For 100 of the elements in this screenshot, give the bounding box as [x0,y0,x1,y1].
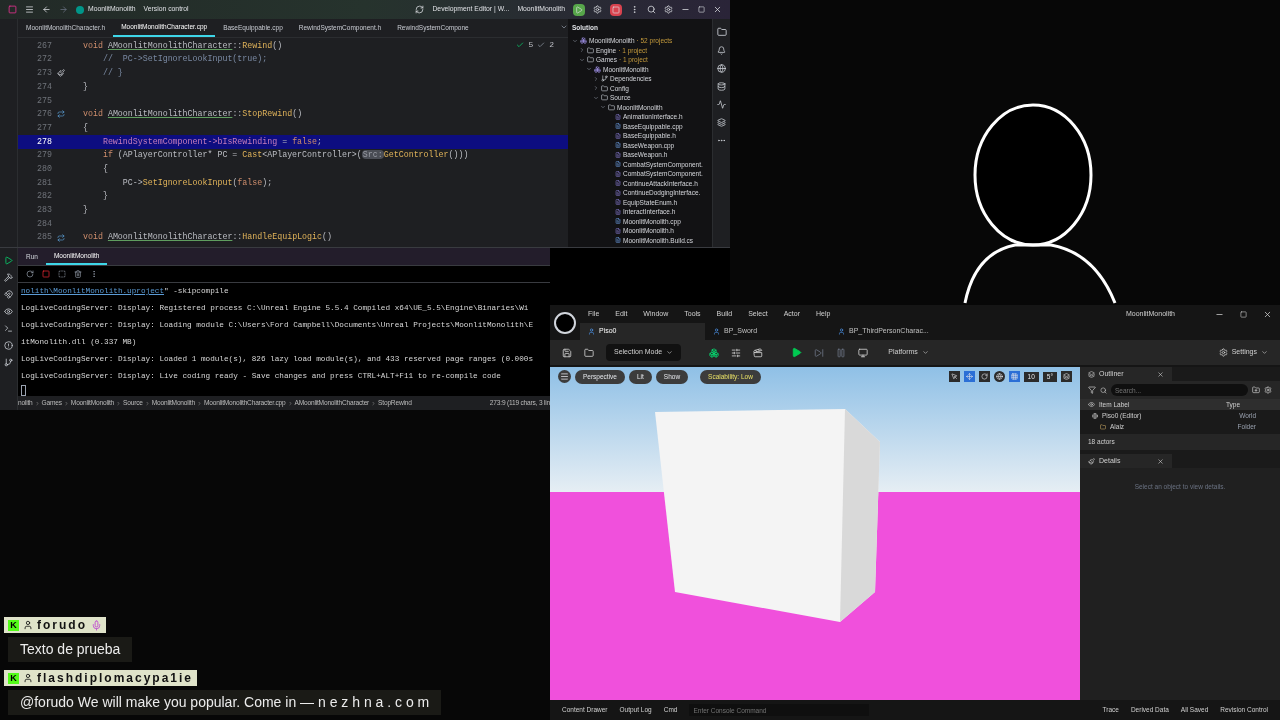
browse-icon[interactable] [584,347,594,358]
header-file-icon [615,199,621,206]
line-number: 284 [36,217,53,230]
visibility-icon [1088,401,1095,408]
line-number: 281 [36,176,53,189]
notifications-icon[interactable] [717,46,726,56]
header-file-icon [615,151,621,158]
header-file-icon [615,180,621,187]
chevron-icon [116,400,122,406]
clear-icon[interactable] [74,270,82,278]
code-line: void AMoonlitMonolithCharacter::HandleEquipLogic() [82,231,332,244]
filter-icon[interactable] [1088,386,1096,394]
close-icon[interactable] [1157,457,1164,465]
inspection-count: 2 [549,39,554,52]
chevron-icon [287,400,293,406]
add-folder-icon[interactable] [1252,386,1260,394]
header-file-icon [615,227,621,234]
source-file-icon [615,142,621,149]
code-line: } [82,204,88,216]
run-icon[interactable] [4,256,13,265]
chat-message: Texto de prueba [8,637,133,662]
back-icon[interactable] [42,5,51,15]
folder-icon[interactable] [716,27,727,38]
folder-icon [587,46,594,54]
activity-icon[interactable] [717,100,726,110]
code-line: if (APlayerController* PC = Cast<APlayerController>(Src:GetController())) [101,149,469,162]
username: flashdiplomacypa1ie [37,670,194,687]
folder-icon [601,84,608,92]
git-icon[interactable] [4,358,13,367]
chevron-icon [144,400,150,406]
person-icon [23,673,33,683]
project-icon [594,65,601,73]
engine-logo-icon [554,311,576,334]
run-icon[interactable] [573,3,585,16]
layers-icon[interactable] [717,118,726,128]
globe-icon[interactable] [717,64,726,74]
settings-icon[interactable] [664,5,673,15]
settings-icon[interactable] [593,5,602,15]
rotate-icon[interactable] [978,371,990,383]
line-number: 278 [36,135,53,148]
source-file-icon [615,161,621,168]
database-icon[interactable] [717,82,726,92]
select-icon[interactable] [948,371,960,383]
settings-icon[interactable] [1264,386,1272,394]
source-file-icon [615,218,621,225]
check-icon [537,41,546,50]
world-icon [1092,412,1098,419]
chevron-icon [63,400,69,406]
search-icon [1100,386,1107,394]
more-icon[interactable] [630,5,639,15]
inspection-count: 5 [528,39,534,52]
line-number: 276 [36,108,53,121]
search-icon[interactable] [647,5,656,15]
eye-icon[interactable] [4,307,13,316]
maximize-icon[interactable] [698,6,705,14]
code-line: void AMoonlitMonolithCharacter::Rewind() [82,39,283,52]
close-icon[interactable] [1263,309,1272,319]
add-actor-icon[interactable] [709,347,720,358]
source-file-icon [615,237,621,244]
username: forudo [37,617,87,634]
line-number: 279 [36,149,53,162]
line-number: 285 [36,231,53,244]
world-icon[interactable] [993,371,1005,383]
cinematics-icon[interactable] [753,347,764,358]
line-number: 274 [36,80,53,93]
override-icon [57,233,65,242]
header-file-icon [615,208,621,215]
close-icon[interactable] [1157,370,1164,378]
folder-icon [1100,423,1106,430]
play-icon[interactable] [791,347,803,358]
code-line: { [82,121,88,134]
code-line: // PC->SetIgnoreLookInput(true); [101,53,268,66]
code-line: } [82,80,88,93]
rerun-icon[interactable] [26,270,34,278]
save-icon[interactable] [562,347,572,358]
code-line: { [101,162,108,175]
line-number: 283 [36,204,53,216]
chevron-icon [196,400,202,406]
platform-badge: K [8,619,19,631]
code-line: RewindSystemComponent->bIsRewinding = false; [101,135,322,148]
more-icon[interactable] [90,270,98,278]
override-icon [57,110,65,119]
hammer-icon[interactable] [4,273,13,282]
refresh-icon[interactable] [415,5,425,15]
close-icon[interactable] [713,5,722,15]
terminal-icon[interactable] [4,324,13,333]
header-file-icon [615,132,621,139]
source-file-icon [615,123,621,130]
line-number: 275 [36,94,53,107]
asset-icon [713,328,720,335]
problems-icon[interactable] [4,341,13,350]
magnet-icon[interactable] [4,290,13,299]
outliner-icon [1088,370,1095,378]
line-number: 267 [36,39,53,52]
platform-badge: K [8,672,19,684]
menu-icon[interactable] [25,5,34,15]
asset-icon [588,328,595,335]
code-line: // } [101,67,123,80]
maximize-icon[interactable] [1240,310,1247,318]
header-file-icon [615,113,621,120]
